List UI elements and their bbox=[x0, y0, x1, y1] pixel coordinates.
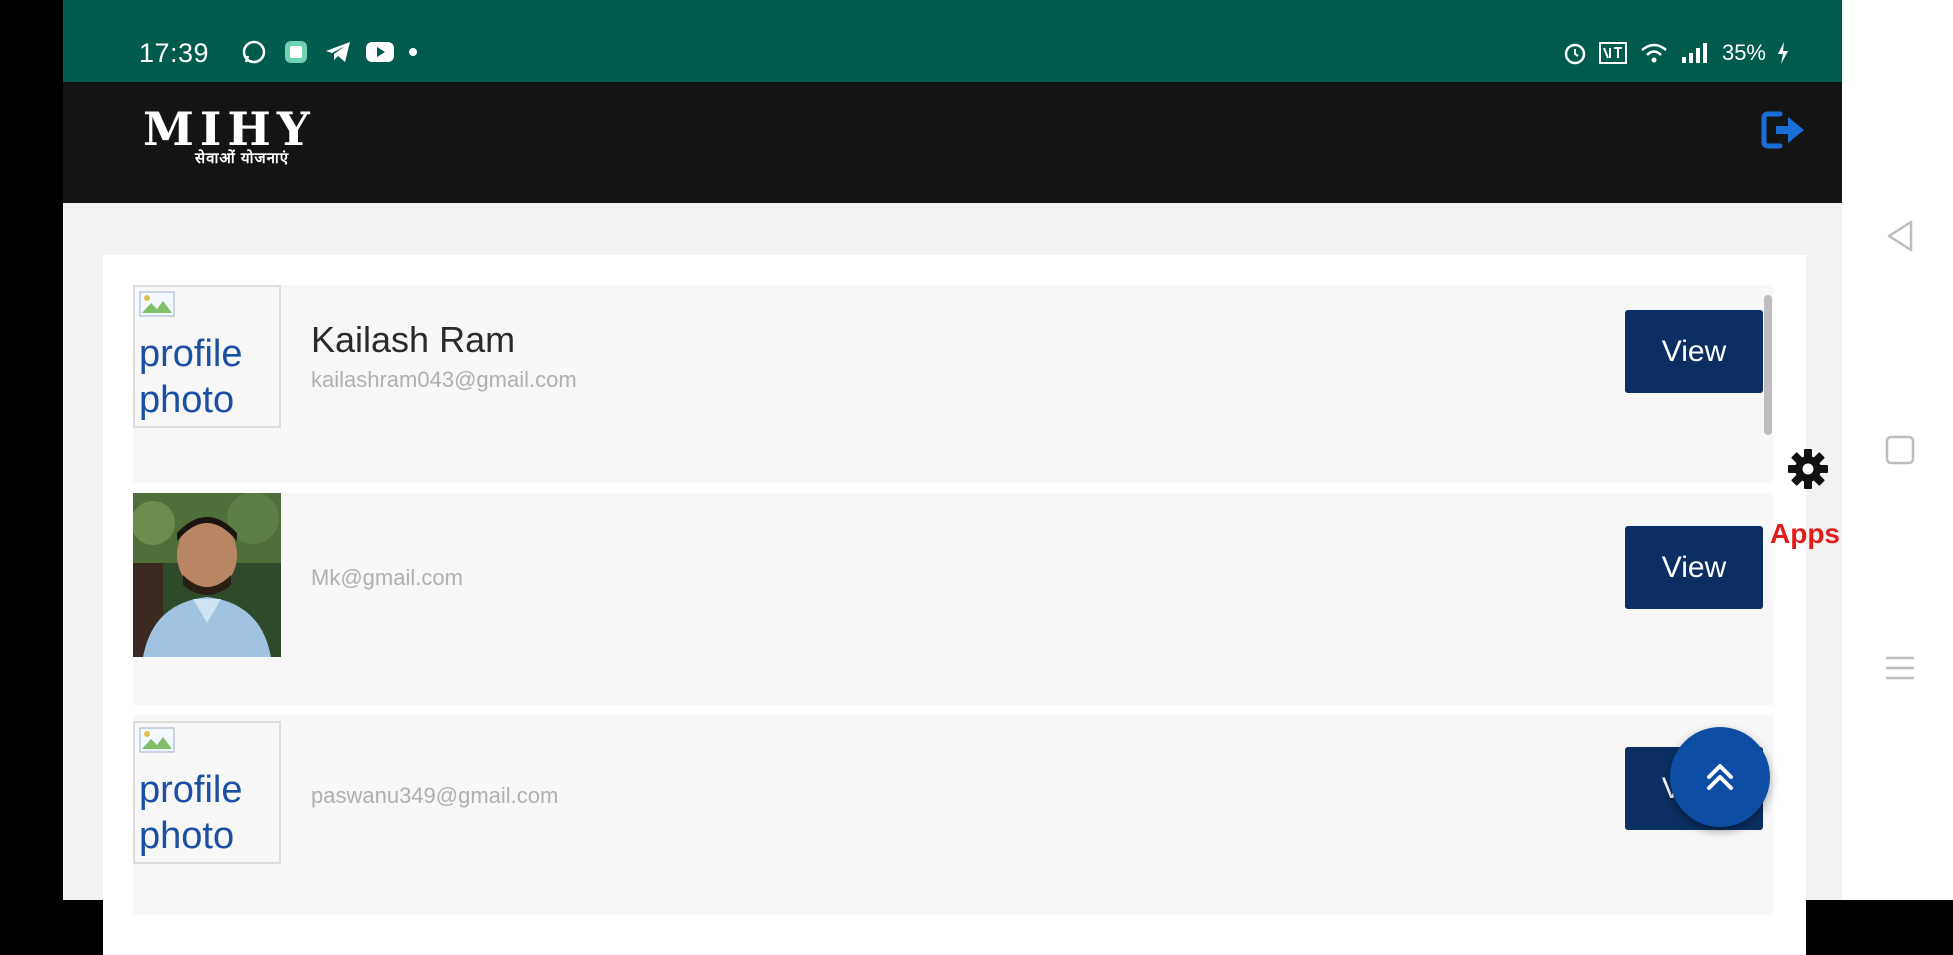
wifi-icon bbox=[1641, 43, 1667, 63]
app-notification-icon bbox=[281, 38, 311, 66]
list-item: profile photo Kailash Ram kailashram043@… bbox=[133, 285, 1773, 483]
list-item: Mk@gmail.com View bbox=[133, 493, 1773, 705]
list-item: profile photo paswanu349@gmail.com View bbox=[133, 715, 1773, 915]
avatar: profile photo bbox=[133, 285, 281, 428]
system-nav-bar bbox=[1842, 0, 1953, 900]
view-button[interactable]: View bbox=[1625, 310, 1763, 393]
app-logo[interactable]: MIHY सेवाओं योजनाएं bbox=[143, 106, 316, 168]
profile-photo bbox=[133, 493, 281, 657]
alarm-icon bbox=[1564, 43, 1586, 65]
left-bezel bbox=[0, 0, 63, 900]
avatar: profile photo bbox=[133, 721, 281, 864]
user-email: Mk@gmail.com bbox=[311, 565, 463, 590]
logo-text: MIHY bbox=[143, 102, 316, 156]
main-content[interactable]: profile photo Kailash Ram kailashram043@… bbox=[63, 203, 1842, 955]
avatar bbox=[133, 493, 281, 657]
scrollbar-thumb[interactable] bbox=[1764, 295, 1772, 435]
volte-icon bbox=[1598, 42, 1627, 64]
dot-icon bbox=[407, 38, 419, 66]
recents-icon[interactable] bbox=[1880, 648, 1920, 688]
status-time: 17:39 bbox=[139, 38, 210, 68]
user-email: kailashram043@gmail.com bbox=[311, 367, 577, 392]
apps-label[interactable]: Apps bbox=[1770, 518, 1840, 550]
users-card: profile photo Kailash Ram kailashram043@… bbox=[103, 255, 1806, 955]
status-bar: 17:39 35% bbox=[63, 0, 1842, 82]
user-name: Kailash Ram bbox=[311, 319, 516, 360]
home-icon[interactable] bbox=[1880, 430, 1920, 470]
scroll-top-button[interactable] bbox=[1670, 727, 1770, 827]
youtube-icon bbox=[365, 38, 395, 66]
screen: 17:39 35% MIHY सेवाओं योजनाएं profile ph… bbox=[0, 0, 1953, 955]
double-chevron-up-icon bbox=[1707, 764, 1733, 790]
logout-icon[interactable] bbox=[1760, 106, 1808, 154]
status-icons-right: 35% bbox=[1562, 40, 1790, 66]
avatar-alt-text: profile photo bbox=[139, 769, 243, 857]
charging-icon bbox=[1778, 42, 1788, 64]
gear-icon[interactable] bbox=[1786, 447, 1830, 491]
avatar-alt-text: profile photo bbox=[139, 333, 243, 421]
telegram-icon bbox=[323, 38, 353, 66]
view-button[interactable]: View bbox=[1625, 526, 1763, 609]
status-icons-left bbox=[239, 38, 419, 66]
back-icon[interactable] bbox=[1880, 216, 1920, 256]
user-email: paswanu349@gmail.com bbox=[311, 783, 559, 808]
broken-image-icon bbox=[139, 727, 175, 753]
broken-image-icon bbox=[139, 291, 175, 317]
app-header: MIHY सेवाओं योजनाएं bbox=[63, 82, 1842, 203]
whatsapp-icon bbox=[239, 38, 269, 66]
signal-icon bbox=[1681, 43, 1707, 63]
battery-level: 35% bbox=[1721, 40, 1766, 65]
